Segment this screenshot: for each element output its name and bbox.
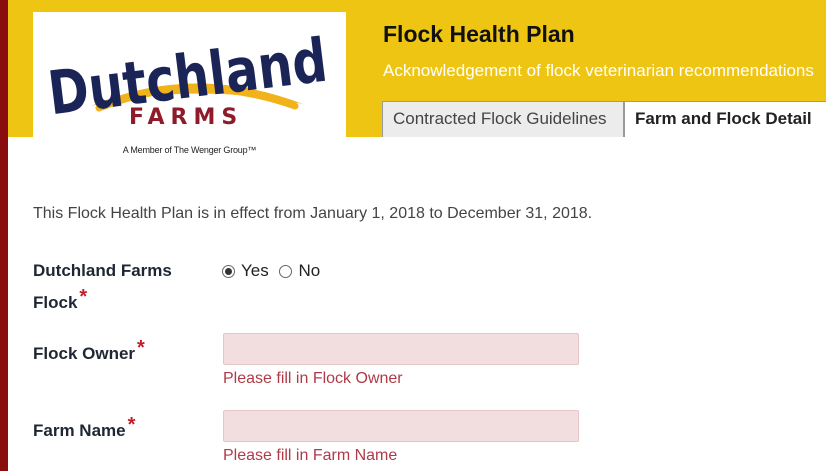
farm-name-error: Please fill in Farm Name bbox=[223, 447, 398, 464]
logo-graphic: Dutchland FARMS bbox=[44, 26, 330, 130]
tab-farm-and-flock-detail[interactable]: Farm and Flock Detail bbox=[624, 101, 826, 137]
radio-no-circle[interactable] bbox=[279, 265, 293, 278]
flock-owner-label-text: Flock Owner bbox=[33, 344, 136, 363]
flock-owner-label: Flock Owner * bbox=[33, 335, 145, 367]
radio-yes[interactable]: Yes bbox=[222, 261, 269, 281]
effective-dates-text: This Flock Health Plan is in effect from… bbox=[33, 205, 593, 222]
flock-owner-input[interactable] bbox=[223, 333, 579, 365]
required-asterisk: * bbox=[137, 337, 145, 359]
required-asterisk: * bbox=[127, 414, 136, 436]
required-asterisk: * bbox=[79, 286, 88, 308]
left-accent-rail bbox=[0, 0, 8, 471]
logo-subword: FARMS bbox=[129, 105, 243, 130]
farm-name-input[interactable] bbox=[223, 410, 579, 442]
radio-no[interactable]: No bbox=[279, 261, 320, 281]
farm-name-label: Farm Name * bbox=[33, 412, 135, 444]
farm-name-label-text: Farm Name bbox=[33, 421, 126, 440]
radio-yes-label[interactable]: Yes bbox=[241, 261, 269, 280]
dutchland-flock-label-line2: Flock bbox=[33, 293, 78, 312]
page-title: Flock Health Plan bbox=[383, 21, 575, 47]
page-subtitle: Acknowledgement of flock veterinarian re… bbox=[383, 61, 814, 80]
radio-no-label[interactable]: No bbox=[298, 261, 320, 280]
dutchland-flock-label-line1: Dutchland Farms bbox=[33, 261, 172, 280]
radio-yes-circle[interactable] bbox=[222, 265, 235, 278]
dutchland-flock-radio-group: Yes No bbox=[222, 261, 326, 281]
tab-contracted-flock-guidelines[interactable]: Contracted Flock Guidelines bbox=[382, 101, 624, 137]
flock-owner-error: Please fill in Flock Owner bbox=[223, 370, 403, 387]
dutchland-flock-label: Dutchland Farms Flock * bbox=[33, 257, 172, 316]
logo-tagline: A Member of The Wenger Group™ bbox=[122, 145, 257, 155]
dutchland-farms-logo[interactable]: Dutchland FARMS A Member of The Wenger G… bbox=[33, 12, 346, 162]
